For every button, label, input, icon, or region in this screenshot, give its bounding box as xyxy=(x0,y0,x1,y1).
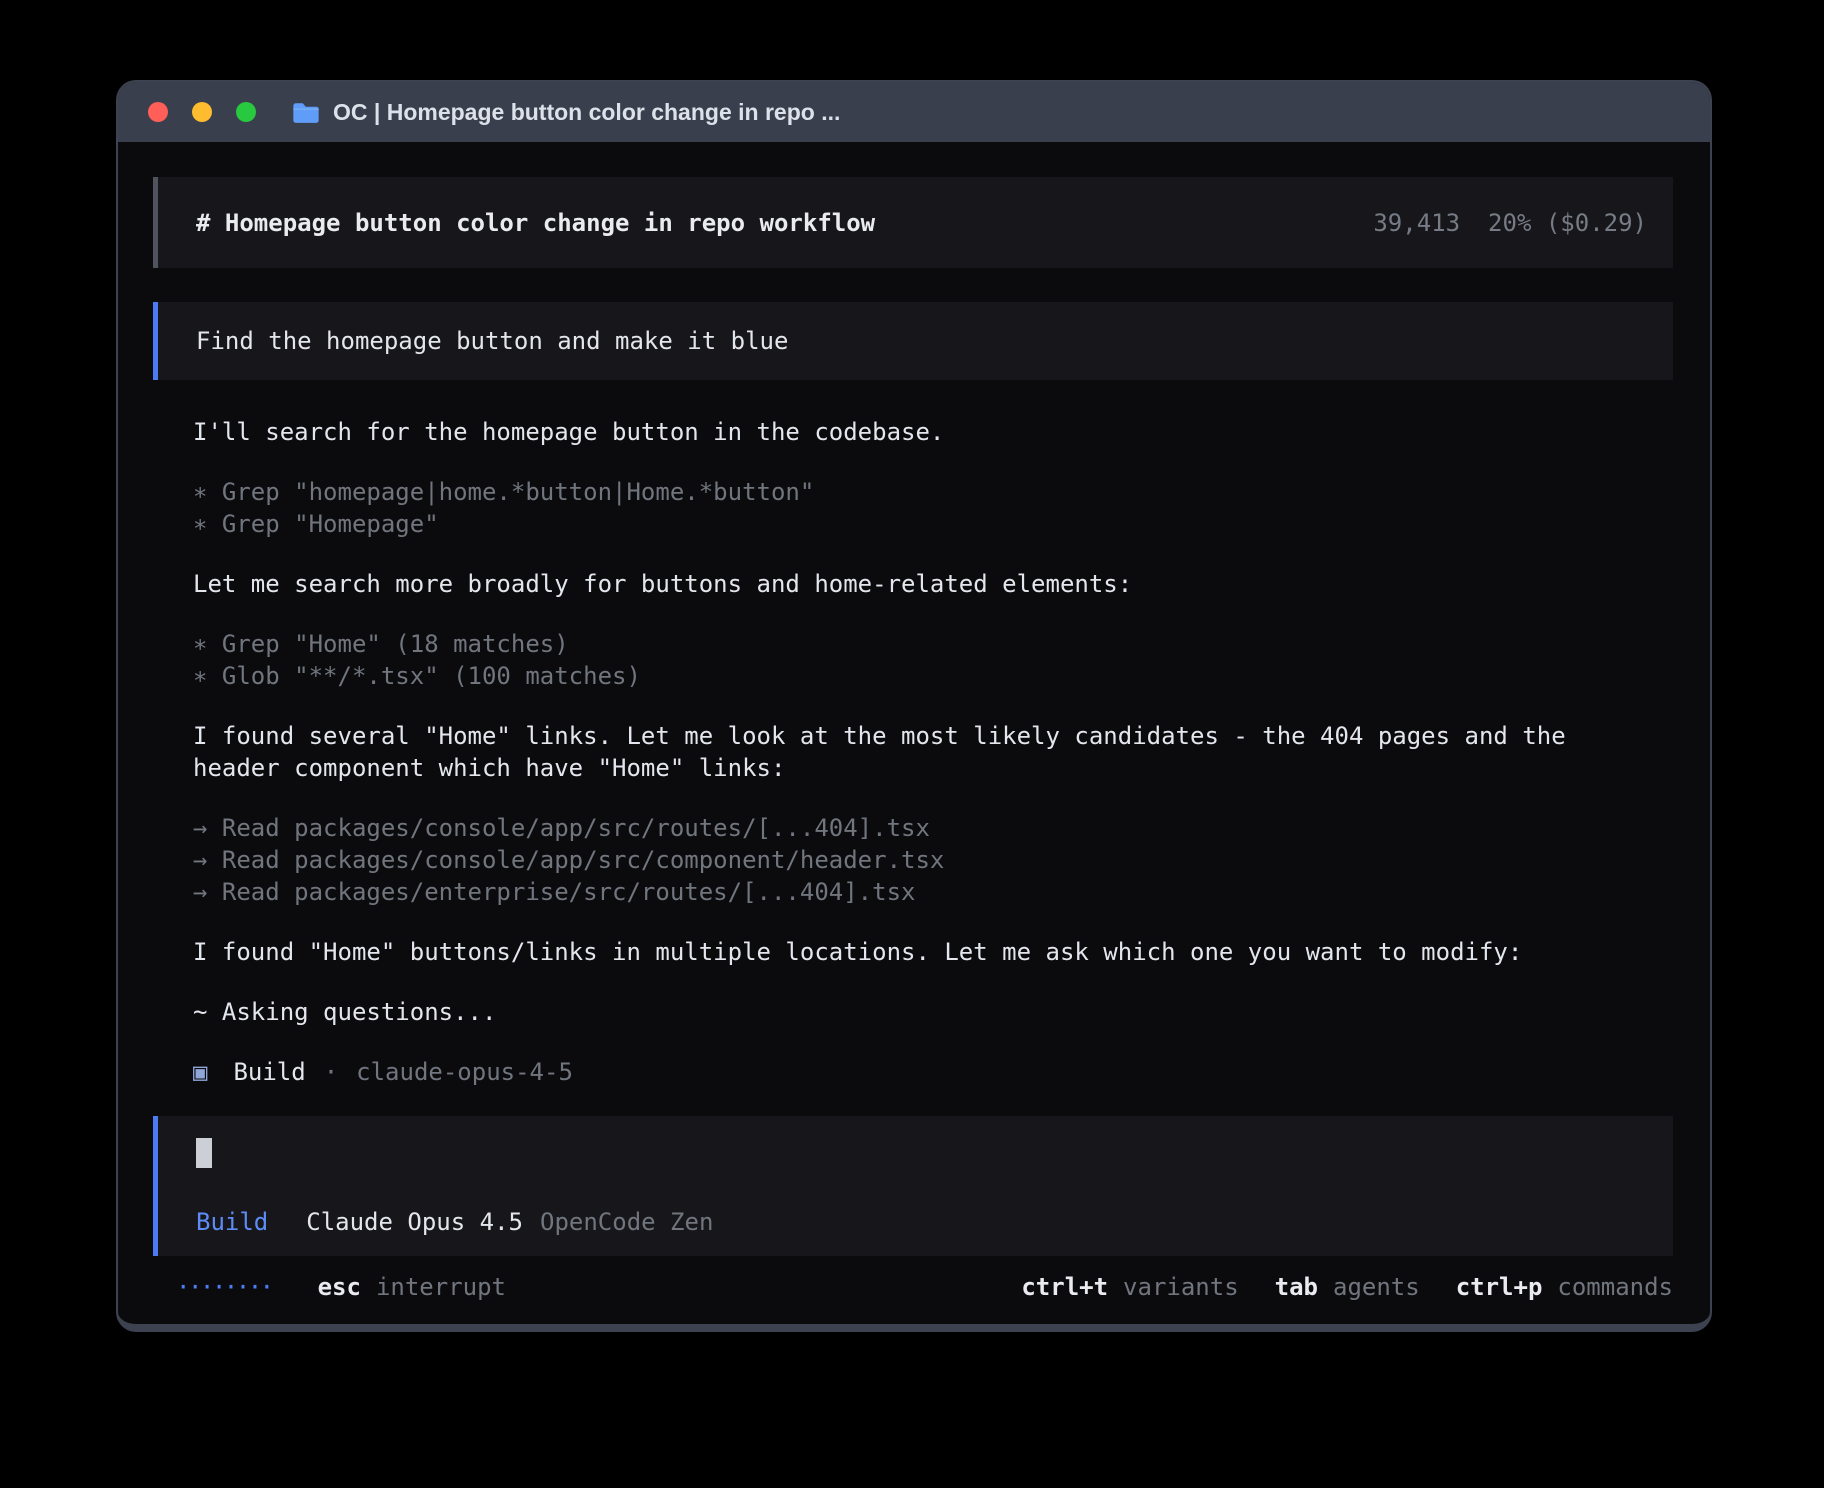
context-usage: 20% ($0.29) xyxy=(1488,209,1647,237)
tool-call-grep: ∗ Grep "homepage|home.*button|Home.*butt… xyxy=(193,476,1645,508)
footer-right: ctrl+t variants tab agents ctrl+p comman… xyxy=(1021,1273,1673,1301)
text-cursor xyxy=(196,1138,212,1168)
key-ctrl-t: ctrl+t xyxy=(1021,1273,1108,1301)
close-button[interactable] xyxy=(148,102,168,122)
assistant-paragraph: Let me search more broadly for buttons a… xyxy=(193,568,1645,600)
tool-call-grep: ∗ Grep "Homepage" xyxy=(193,508,1645,540)
input-status-bar: Build Claude Opus 4.5 OpenCode Zen xyxy=(196,1208,1635,1236)
assistant-status: ~ Asking questions... xyxy=(193,996,1645,1028)
hint-variants-label: variants xyxy=(1123,1273,1239,1301)
agent-separator: · xyxy=(324,1056,338,1088)
key-tab: tab xyxy=(1275,1273,1318,1301)
tool-call-read: → Read packages/enterprise/src/routes/[.… xyxy=(193,876,1645,908)
assistant-paragraph: I'll search for the homepage button in t… xyxy=(193,416,1645,448)
terminal-content: # Homepage button color change in repo w… xyxy=(118,142,1710,1256)
traffic-lights xyxy=(148,102,256,122)
assistant-transcript: I'll search for the homepage button in t… xyxy=(153,416,1645,1088)
session-stats: 39,413 20% ($0.29) xyxy=(1373,209,1647,237)
agent-status-line: ▣ Build · claude-opus-4-5 xyxy=(193,1056,1645,1088)
minimize-button[interactable] xyxy=(192,102,212,122)
hint-commands-label: commands xyxy=(1557,1273,1673,1301)
agent-model: claude-opus-4-5 xyxy=(356,1056,573,1088)
hint-agents: tab agents xyxy=(1275,1273,1420,1301)
agent-icon: ▣ xyxy=(193,1056,207,1088)
provider-label: OpenCode Zen xyxy=(540,1208,713,1236)
window-title: OC | Homepage button color change in rep… xyxy=(333,99,840,126)
session-title: # Homepage button color change in repo w… xyxy=(196,209,875,237)
user-message-text: Find the homepage button and make it blu… xyxy=(196,327,788,355)
terminal-window: OC | Homepage button color change in rep… xyxy=(116,80,1712,1332)
tool-call-group: ∗ Grep "Home" (18 matches) ∗ Glob "**/*.… xyxy=(193,628,1645,692)
hint-interrupt-label: interrupt xyxy=(376,1273,506,1301)
assistant-paragraph: I found several "Home" links. Let me loo… xyxy=(193,720,1645,784)
key-ctrl-p: ctrl+p xyxy=(1456,1273,1543,1301)
tool-call-glob: ∗ Glob "**/*.tsx" (100 matches) xyxy=(193,660,1645,692)
footer-left: ········ esc interrupt xyxy=(176,1273,506,1301)
tool-call-read: → Read packages/console/app/src/componen… xyxy=(193,844,1645,876)
session-header: # Homepage button color change in repo w… xyxy=(153,177,1673,268)
hint-interrupt: esc interrupt xyxy=(318,1273,506,1301)
token-count: 39,413 xyxy=(1373,209,1460,237)
prompt-input[interactable]: Build Claude Opus 4.5 OpenCode Zen xyxy=(153,1116,1673,1256)
window-title-group: OC | Homepage button color change in rep… xyxy=(292,99,840,126)
tool-call-group: → Read packages/console/app/src/routes/[… xyxy=(193,812,1645,908)
hint-agents-label: agents xyxy=(1333,1273,1420,1301)
tool-call-grep: ∗ Grep "Home" (18 matches) xyxy=(193,628,1645,660)
folder-icon xyxy=(292,101,320,124)
zoom-button[interactable] xyxy=(236,102,256,122)
model-label: Claude Opus 4.5 xyxy=(306,1208,523,1236)
window-titlebar[interactable]: OC | Homepage button color change in rep… xyxy=(118,82,1710,142)
spinner-dots: ········ xyxy=(176,1273,272,1301)
hint-commands: ctrl+p commands xyxy=(1456,1273,1673,1301)
hint-variants: ctrl+t variants xyxy=(1021,1273,1238,1301)
agent-name: Build xyxy=(233,1056,305,1088)
key-esc: esc xyxy=(318,1273,361,1301)
mode-label: Build xyxy=(196,1208,268,1236)
status-footer: ········ esc interrupt ctrl+t variants t… xyxy=(118,1256,1710,1324)
user-message: Find the homepage button and make it blu… xyxy=(153,302,1673,380)
assistant-paragraph: I found "Home" buttons/links in multiple… xyxy=(193,936,1645,968)
tool-call-read: → Read packages/console/app/src/routes/[… xyxy=(193,812,1645,844)
tool-call-group: ∗ Grep "homepage|home.*button|Home.*butt… xyxy=(193,476,1645,540)
